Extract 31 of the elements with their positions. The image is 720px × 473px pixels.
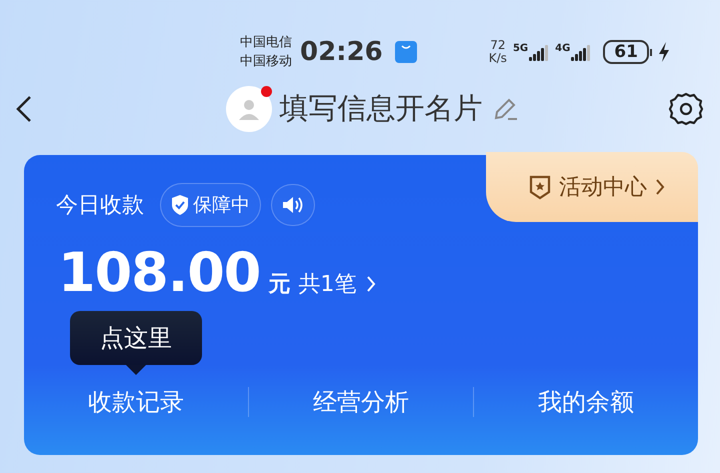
activity-center-button[interactable]: 活动中心 — [486, 152, 698, 222]
shield-check-icon — [171, 195, 189, 215]
chevron-right-icon — [655, 178, 665, 196]
chevron-left-icon — [16, 95, 32, 123]
carrier-name: 中国电信 — [240, 34, 292, 52]
settings-icon — [668, 91, 704, 127]
carrier-name: 中国移动 — [240, 53, 292, 71]
network-type: 4G — [555, 43, 570, 54]
shield-star-icon — [529, 174, 551, 200]
network-type: 5G — [512, 43, 528, 54]
clock-time: 02:26 — [300, 37, 383, 67]
battery-level: 61 — [614, 42, 638, 62]
speaker-icon — [281, 195, 305, 215]
avatar[interactable] — [226, 86, 272, 132]
page-title: 填写信息开名片 — [280, 90, 482, 127]
action-link[interactable]: 经营分析 — [249, 380, 473, 424]
network-speed: 72 — [490, 39, 506, 52]
transaction-count-link[interactable]: 共1笔 — [298, 269, 376, 299]
card-label: 今日收款 — [56, 192, 144, 220]
protection-badge: 保障中 — [160, 183, 261, 227]
chevron-right-icon — [366, 275, 376, 293]
person-silhouette-icon — [238, 98, 260, 120]
speed-unit: K/s — [488, 52, 507, 65]
settings-button[interactable] — [668, 91, 704, 127]
currency-unit: 元 — [268, 271, 290, 299]
action-link[interactable]: 收款记录 — [24, 380, 248, 424]
action-link[interactable]: 我的余额 — [474, 380, 698, 424]
tooltip: 点这里 — [70, 311, 202, 375]
amount-value: 108.00 — [58, 241, 260, 304]
shopping-bag-icon — [394, 41, 417, 63]
sound-button[interactable] — [271, 184, 315, 226]
